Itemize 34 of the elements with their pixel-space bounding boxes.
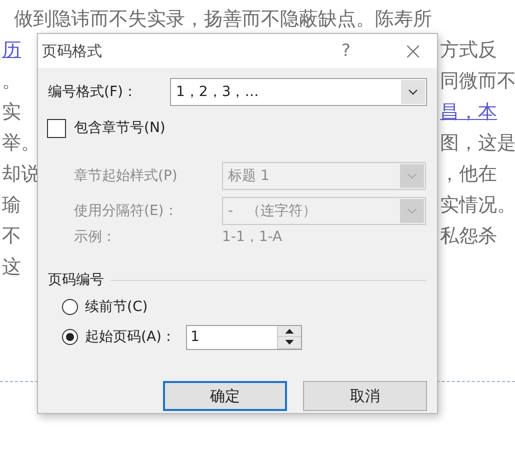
document-text: 这 — [1, 256, 22, 280]
document-text: 图，这是 — [440, 132, 515, 156]
document-text: 方式反 — [440, 39, 497, 63]
radio-button[interactable] — [62, 329, 78, 345]
example-label: 示例： — [74, 228, 117, 246]
document-link[interactable]: 历 — [0, 35, 37, 66]
document-text: 实情况。 — [440, 194, 515, 218]
document-text: 私怨杀 — [440, 225, 497, 249]
document-text: 同微而不 — [440, 70, 515, 94]
radio-button[interactable] — [62, 299, 78, 315]
document-text: ，他在 — [440, 163, 497, 187]
document-text: 瑜 — [1, 194, 22, 218]
field-label: 章节起始样式(P) — [74, 167, 178, 185]
document-text: 举。 — [1, 132, 37, 156]
document-text: 。 — [1, 70, 22, 94]
radio-label: 起始页码(A)： — [85, 328, 176, 346]
group-title: 页码编号 — [48, 271, 104, 289]
radio-label: 续前节(C) — [85, 298, 148, 316]
document-text: 做到隐讳而不失实录，扬善而不隐蔽缺点。陈寿所 — [13, 8, 432, 32]
field-label: 使用分隔符(E)： — [74, 202, 179, 220]
page-number-spinbox[interactable]: 1 — [186, 324, 302, 350]
document-text: 不 — [1, 225, 22, 249]
example-value: 1-1，1-A — [222, 228, 282, 246]
document-link[interactable]: 昌，本 — [440, 97, 497, 128]
field-label: 编号格式(F)： — [48, 83, 138, 101]
dialog-title: 页码格式 — [42, 42, 103, 60]
number-format-dropdown[interactable]: 1，2，3，… — [170, 78, 427, 106]
document-text: 实 — [1, 101, 22, 125]
checkbox-label: 包含章节号(N) — [74, 119, 166, 137]
checkbox[interactable] — [47, 118, 66, 138]
dialog-button[interactable]: 确定 — [163, 381, 287, 411]
close-icon[interactable]: × — [399, 37, 427, 65]
dialog-button[interactable]: 取消 — [303, 381, 427, 411]
help-icon[interactable]: ? — [331, 41, 361, 61]
